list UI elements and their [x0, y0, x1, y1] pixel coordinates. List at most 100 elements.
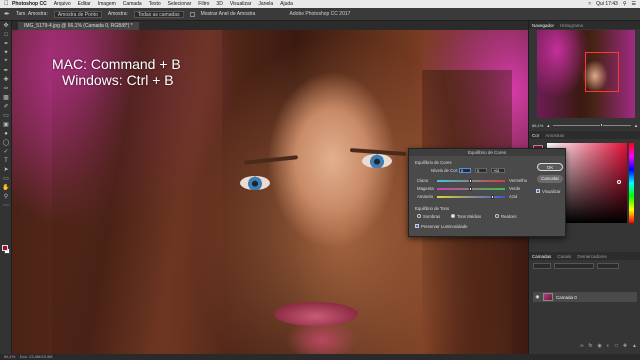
color-picker-cursor[interactable]: [617, 180, 621, 184]
menu-item-selecionar[interactable]: Selecionar: [168, 1, 192, 7]
marquee-tool-icon[interactable]: □: [0, 30, 12, 39]
brush-tool-icon[interactable]: ✑: [0, 84, 12, 93]
more-tools-icon[interactable]: ⋯: [0, 201, 12, 210]
cyan-red-knob[interactable]: [469, 179, 472, 183]
sample-size-select[interactable]: Amostra de Ponto: [53, 10, 102, 18]
color-levels-label: Níveis de Cor:: [431, 168, 459, 173]
clone-stamp-icon[interactable]: ▩: [0, 93, 12, 102]
dodge-tool-icon[interactable]: ◯: [0, 138, 12, 147]
cyan-red-field[interactable]: 0: [459, 168, 471, 173]
document-tab[interactable]: IMG_5179-4.jpg @ 66,1% (Camada 0, RGB/8*…: [18, 22, 139, 30]
hand-tool-icon[interactable]: ✋: [0, 183, 12, 192]
color-balance-dialog: Equilíbrio de Cores Equilíbrio de Cores …: [408, 148, 566, 237]
navigator-zoom-value[interactable]: 66,1%: [532, 123, 543, 128]
tab-histogram[interactable]: Histograma: [560, 23, 583, 28]
folder-icon[interactable]: □: [615, 343, 618, 350]
label-highlights: Realces: [501, 214, 517, 219]
type-tool-icon[interactable]: T: [0, 156, 12, 165]
label-midtones: Tons Médios: [457, 214, 482, 219]
preview-checkbox[interactable]: [536, 189, 540, 193]
layer-kind-filter[interactable]: [533, 262, 551, 269]
navigator-view-rectangle[interactable]: [585, 52, 619, 92]
menu-bar:  Photoshop CC Arquivo Editar Imagem Cam…: [0, 0, 640, 8]
visibility-eye-icon[interactable]: ◉: [535, 294, 540, 300]
preserve-luminosity-checkbox[interactable]: [415, 224, 419, 228]
gradient-tool-icon[interactable]: ▣: [0, 120, 12, 129]
tab-layers[interactable]: Camadas: [532, 254, 551, 259]
menu-item-janela[interactable]: Janela: [258, 1, 273, 7]
show-ring-checkbox[interactable]: [189, 11, 195, 17]
menu-item-3d[interactable]: 3D: [216, 1, 222, 7]
menu-item-imagem[interactable]: Imagem: [98, 1, 116, 7]
zoom-in-icon[interactable]: ▲: [634, 123, 638, 128]
pen-tool-icon[interactable]: ✓: [0, 147, 12, 156]
yellow-blue-knob[interactable]: [491, 195, 494, 199]
crop-tool-icon[interactable]: ⌖: [0, 57, 12, 66]
menu-item-ajuda[interactable]: Ajuda: [280, 1, 293, 7]
yellow-blue-track[interactable]: [437, 196, 505, 198]
magenta-green-knob[interactable]: [469, 187, 472, 191]
radio-shadows[interactable]: [417, 214, 421, 218]
history-brush-icon[interactable]: ✐: [0, 102, 12, 111]
search-icon[interactable]: ⚲: [623, 1, 627, 7]
menu-item-visualizar[interactable]: Visualizar: [230, 1, 252, 7]
healing-brush-icon[interactable]: ✚: [0, 75, 12, 84]
path-select-icon[interactable]: ➤: [0, 165, 12, 174]
navigator-zoom-slider[interactable]: [553, 122, 632, 127]
right-eye: [362, 154, 392, 168]
radio-highlights[interactable]: [495, 214, 499, 218]
status-zoom[interactable]: 66,1%: [4, 354, 15, 359]
mask-icon[interactable]: ◉: [597, 343, 601, 350]
shape-tool-icon[interactable]: ▭: [0, 174, 12, 183]
sample-select[interactable]: Todas as camadas: [133, 10, 184, 18]
eyedropper-tool-icon[interactable]: ✒: [4, 10, 10, 18]
magenta-green-field[interactable]: 0: [475, 168, 487, 173]
apple-icon[interactable]: : [4, 1, 12, 7]
ok-button[interactable]: OK: [537, 163, 563, 171]
blur-tool-icon[interactable]: ●: [0, 129, 12, 138]
list-icon[interactable]: ☰: [632, 1, 636, 7]
adjustment-icon[interactable]: ◐: [607, 343, 610, 350]
cancel-button[interactable]: Cancelar: [537, 175, 563, 183]
tab-channels[interactable]: Canais: [557, 254, 571, 259]
wifi-icon[interactable]: ≈: [588, 1, 591, 7]
menu-item-camada[interactable]: Camada: [123, 1, 142, 7]
tab-navigator[interactable]: Navegador: [532, 23, 554, 28]
layer-name[interactable]: Camada 0: [556, 295, 577, 300]
link-icon[interactable]: ∞: [580, 343, 584, 350]
yellow-blue-field[interactable]: +61: [491, 168, 505, 173]
lips: [274, 302, 358, 326]
new-layer-icon[interactable]: ✚: [623, 343, 627, 350]
tab-swatches[interactable]: Amostras: [545, 133, 564, 138]
menu-clock[interactable]: Qui 17:43: [596, 1, 618, 7]
radio-midtones[interactable]: [451, 214, 455, 218]
show-ring-label: Mostrar Anel de Amostra: [200, 11, 256, 17]
zoom-slider-knob[interactable]: [599, 122, 603, 127]
menu-item-filtro[interactable]: Filtro: [198, 1, 209, 7]
menu-item-editar[interactable]: Editar: [78, 1, 91, 7]
lasso-tool-icon[interactable]: ⚭: [0, 39, 12, 48]
foreground-color-swatch[interactable]: [2, 245, 8, 251]
fx-icon[interactable]: fx: [589, 343, 593, 350]
layers-filter-bar: [533, 262, 637, 269]
blend-mode-select[interactable]: [554, 262, 594, 269]
zoom-tool-icon[interactable]: ⚲: [0, 192, 12, 201]
navigator-thumbnail[interactable]: [537, 30, 635, 118]
layer-thumbnail: [543, 293, 553, 301]
move-tool-icon[interactable]: ✥: [0, 21, 12, 30]
layer-row[interactable]: ◉ Camada 0: [533, 292, 637, 302]
menu-item-arquivo[interactable]: Arquivo: [54, 1, 71, 7]
eraser-tool-icon[interactable]: ▭: [0, 111, 12, 120]
trash-icon[interactable]: ▲: [632, 343, 637, 350]
tab-paths[interactable]: Demarcadores: [577, 254, 607, 259]
zoom-out-icon[interactable]: ▲: [546, 123, 550, 128]
preserve-luminosity-label: Preservar Luminosidade: [421, 224, 468, 229]
menu-app-name[interactable]: Photoshop CC: [12, 1, 47, 7]
hue-slider[interactable]: [629, 143, 634, 223]
tab-color[interactable]: Cor: [532, 133, 539, 138]
menu-item-texto[interactable]: Texto: [149, 1, 161, 7]
slider-label-green: Verde: [509, 186, 521, 191]
eyedropper-icon[interactable]: ✒: [0, 66, 12, 75]
quick-select-tool-icon[interactable]: ✦: [0, 48, 12, 57]
opacity-field[interactable]: [597, 262, 619, 269]
